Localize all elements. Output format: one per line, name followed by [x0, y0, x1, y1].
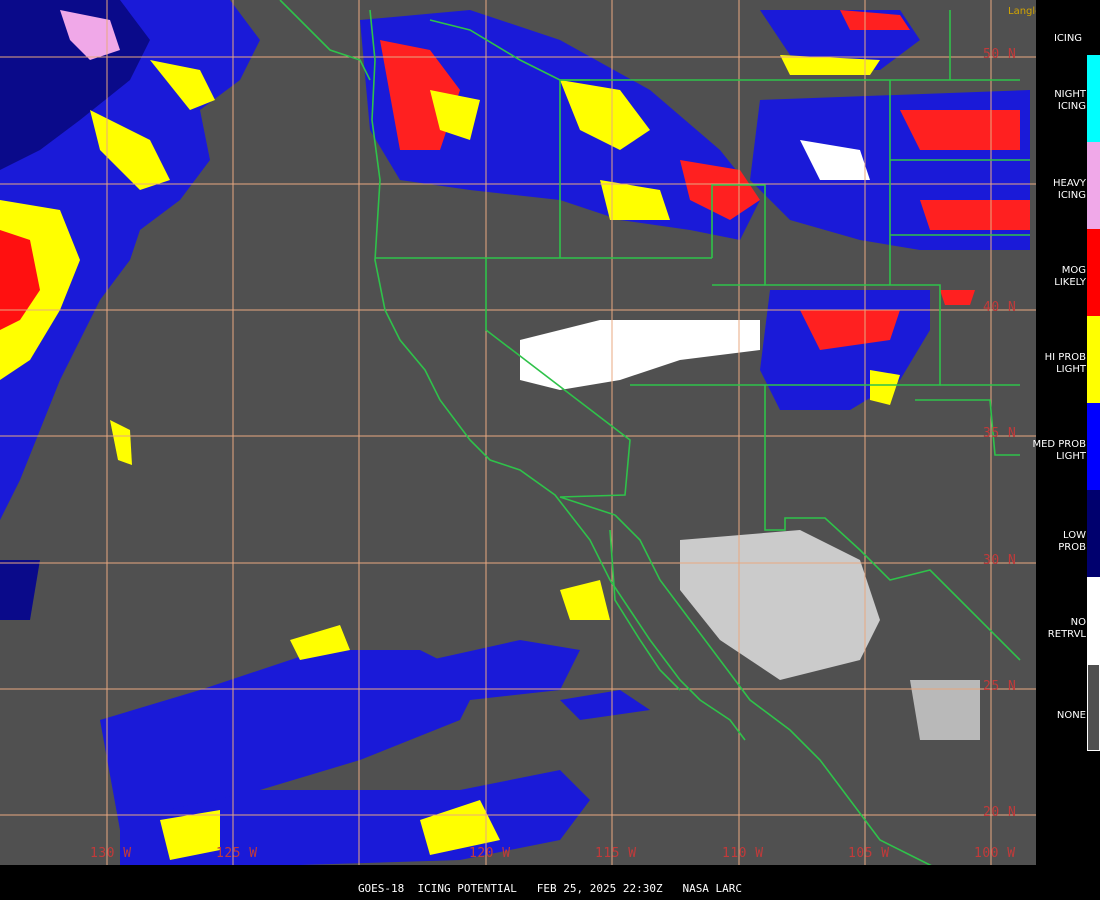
legend-label: HI PROB LIGHT [1044, 352, 1086, 375]
icing-patches [0, 0, 1030, 865]
legend-swatch [1087, 316, 1100, 403]
legend-label: NIGHT ICING [1054, 89, 1086, 112]
legend-label: NO RETRVL [1047, 617, 1086, 640]
lat-label-50n: 50 N [983, 47, 1017, 62]
legend-swatch [1087, 55, 1100, 142]
legend-label: MOG LIKELY [1054, 265, 1086, 288]
legend-item-heavy-icing: HEAVY ICING [1036, 142, 1100, 229]
lon-label-120w: 120 W [469, 846, 511, 861]
legend-item-mog-likely: MOG LIKELY [1036, 229, 1100, 316]
legend-swatch [1087, 577, 1100, 664]
legend-label: HEAVY ICING [1053, 178, 1086, 201]
legend-item-med-prob-light: MED PROB LIGHT [1032, 403, 1100, 490]
icing-legend: ICING NIGHT ICING HEAVY ICING MOG LIKELY… [1032, 0, 1100, 900]
legend-item-night-icing: NIGHT ICING [1036, 55, 1100, 142]
lat-label-30n: 30 N [983, 553, 1017, 568]
legend-swatch [1087, 142, 1100, 229]
lon-label-105w: 105 W [848, 846, 890, 861]
legend-label: NONE [1056, 710, 1086, 721]
lon-label-100w: 100 W [974, 846, 1016, 861]
lon-label-130w: 130 W [90, 846, 132, 861]
icing-map: 50 N 40 N 35 N 30 N 25 N 20 N 130 W 125 … [0, 0, 1036, 865]
legend-item-hi-prob-light: HI PROB LIGHT [1036, 316, 1100, 403]
legend-item-no-retrvl: NO RETRVL [1036, 577, 1100, 664]
legend-swatch [1087, 664, 1100, 751]
lat-label-40n: 40 N [983, 300, 1017, 315]
legend-label: MED PROB LIGHT [1032, 439, 1086, 462]
lat-label-35n: 35 N [983, 426, 1017, 441]
lon-label-115w: 115 W [595, 846, 637, 861]
legend-label: LOW PROB [1058, 530, 1086, 553]
legend-swatch [1087, 403, 1100, 490]
legend-swatch [1087, 490, 1100, 577]
legend-item-low-prob: LOW PROB [1036, 490, 1100, 577]
map-graphics [0, 0, 1036, 865]
legend-item-none: NONE [1036, 664, 1100, 751]
footer-caption: GOES-18 ICING POTENTIAL FEB 25, 2025 22:… [357, 882, 743, 895]
legend-swatch [1087, 229, 1100, 316]
lat-label-25n: 25 N [983, 679, 1017, 694]
lat-label-20n: 20 N [983, 805, 1017, 820]
legend-title: ICING [1053, 33, 1083, 44]
lon-label-110w: 110 W [722, 846, 764, 861]
lon-label-125w: 125 W [216, 846, 258, 861]
